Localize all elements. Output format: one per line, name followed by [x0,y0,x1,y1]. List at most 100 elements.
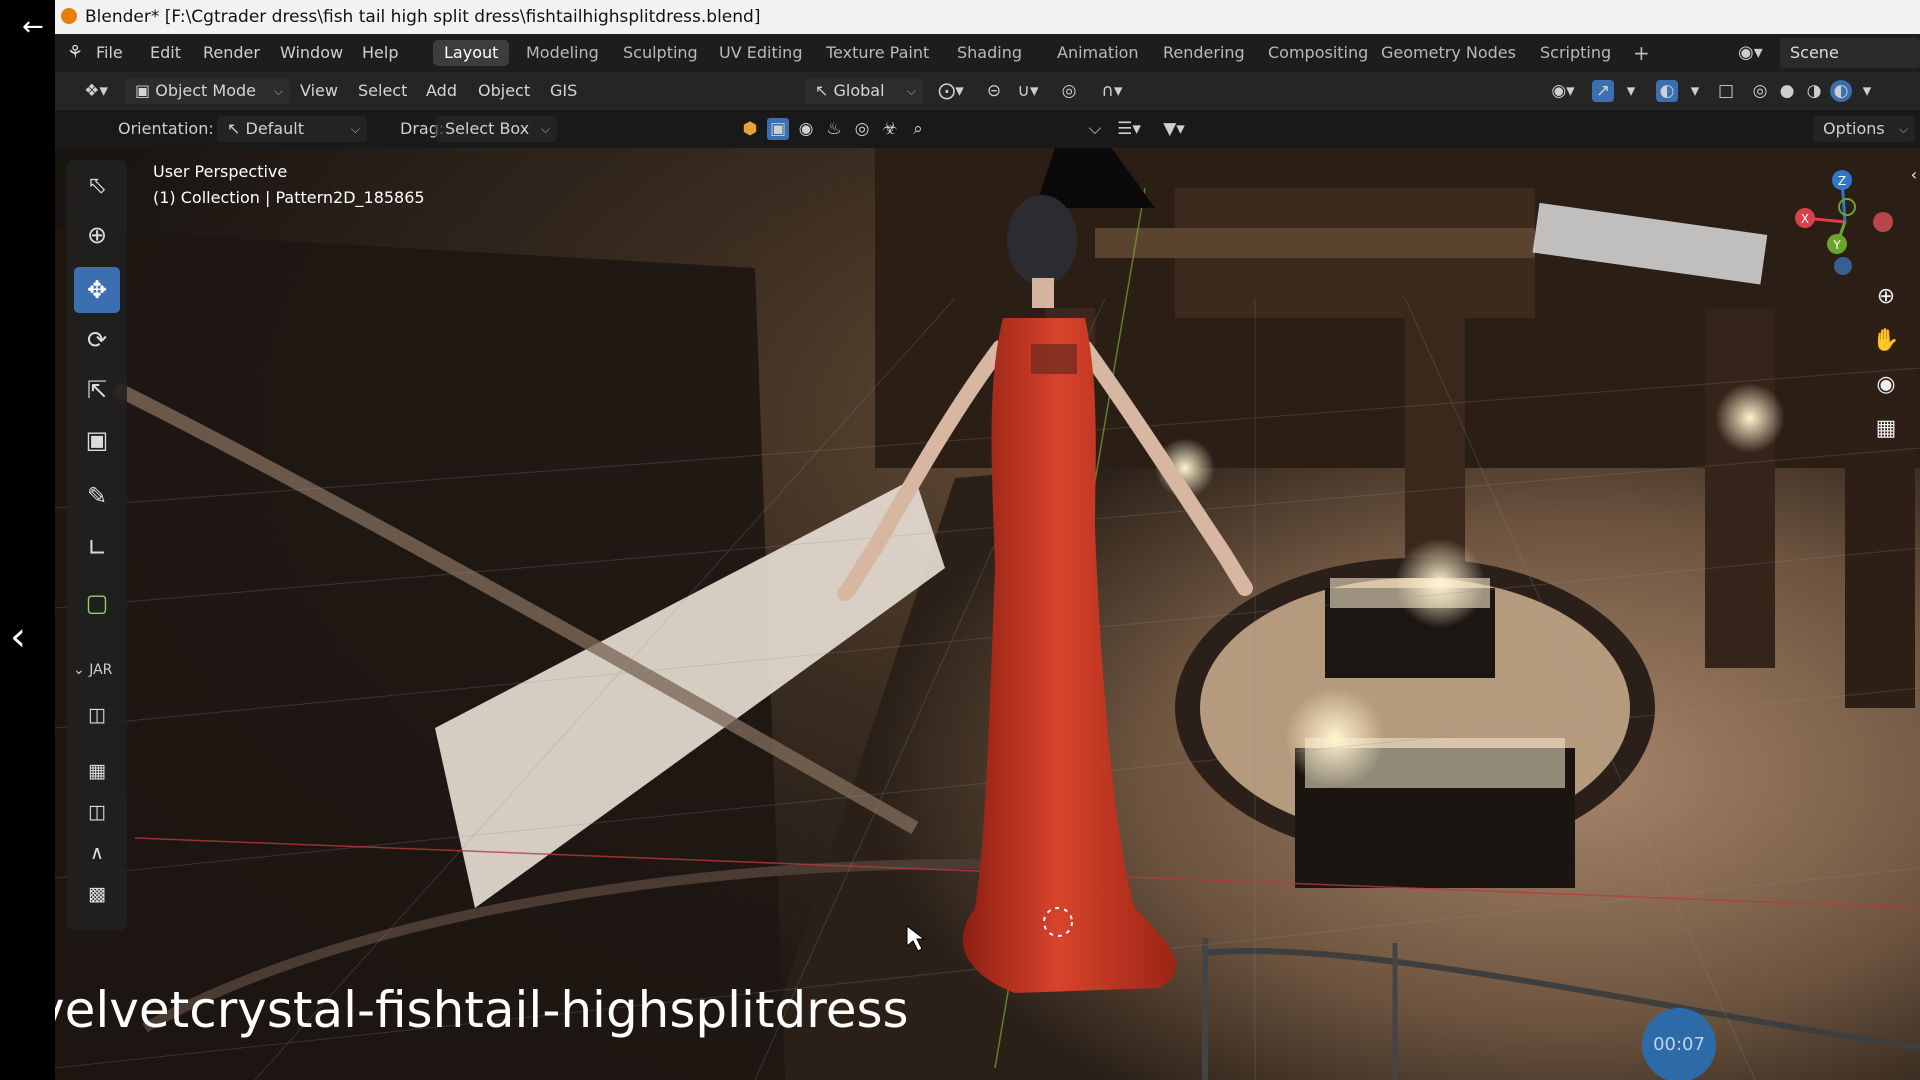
wireframe-shading-icon[interactable]: ◎ [1749,80,1771,102]
menu-render[interactable]: Render [203,43,260,62]
chevron-down-icon: ⌄ [73,662,85,678]
options-dropdown[interactable]: Options ⌵ [1813,116,1915,142]
back-arrow-icon[interactable]: ← [22,12,52,42]
gizmo-toggle-icon[interactable]: ↗ [1592,80,1614,102]
blender-window: ← ‹ Blender* [F:\Cgtrader dress\fish tai… [0,0,1920,1080]
blender-menu-icon[interactable]: ⚘ [67,43,87,63]
particles-icon[interactable]: ♨ [823,118,845,140]
gizmo-neg-x-axis[interactable] [1873,212,1893,232]
shading-dropdown-icon[interactable]: ▾ [1856,80,1878,102]
rendered-shading-icon[interactable]: ◐ [1830,80,1852,102]
snap-target-icon[interactable]: ∪▾ [1010,80,1046,102]
xray-toggle-icon[interactable]: □ [1715,80,1737,102]
chevron-down-icon: ⌵ [906,84,916,98]
orientation-axes-icon: ↖ [815,81,829,100]
ortho-grid-icon[interactable]: ▦ [1869,412,1903,446]
snap-toggle-icon[interactable]: ⊝ [983,80,1005,102]
pivot-point-icon[interactable]: ⨀▾ [932,80,970,102]
orientation-label: Orientation: [118,119,214,138]
world-icon[interactable]: ◎ [851,118,873,140]
tab-modeling[interactable]: Modeling [515,40,610,66]
move-tool-icon[interactable]: ✥ [74,267,120,313]
transform-tool-icon[interactable]: ▣ [74,417,120,463]
tab-animation[interactable]: Animation [1046,40,1150,66]
menu-select[interactable]: Select [358,81,407,100]
menu-view[interactable]: View [300,81,338,100]
overlays-dropdown-icon[interactable]: ▾ [1684,80,1706,102]
menu-add[interactable]: Add [426,81,457,100]
tab-geometry-nodes[interactable]: Geometry Nodes [1370,40,1527,66]
transform-orientation-label: Global [833,81,885,100]
jar-label: JAR [89,662,113,678]
menu-object[interactable]: Object [478,81,530,100]
menu-gis[interactable]: GIS [550,81,577,100]
tab-shading[interactable]: Shading [946,40,1033,66]
viewport-header: ❖▾ ▣ Object Mode ⌵ View Select Add Objec… [55,72,1920,110]
menu-window[interactable]: Window [280,43,343,62]
tool-shelf: ⬁ ⊕ ✥ ⟳ ⇱ ▣ ✎ ∟ ▢ ⌄ JAR ◫ ▦ ◫ ∧ ▩ [67,160,127,930]
tab-compositing[interactable]: Compositing [1257,40,1379,66]
tab-texture-paint[interactable]: Texture Paint [815,40,940,66]
scene-label: Scene [1790,43,1839,62]
visibility-eye-icon[interactable]: ◉▾ [1543,80,1583,102]
camera-view-icon[interactable]: ◉ [1869,368,1903,402]
gizmo-dropdown-icon[interactable]: ▾ [1620,80,1642,102]
menu-edit[interactable]: Edit [150,43,181,62]
3d-viewport[interactable]: User Perspective (1) Collection | Patter… [55,148,1920,1080]
annotate-tool-icon[interactable]: ✎ [74,473,120,519]
pan-hand-icon[interactable]: ✋ [1869,324,1903,358]
orientation-dropdown[interactable]: ↖ Default ⌵ [217,116,367,142]
menu-file[interactable]: File [96,43,123,62]
jar-tool-5-icon[interactable]: ▩ [74,871,120,917]
outliner-options-icon[interactable]: ☰▾ [1110,118,1148,140]
cursor-tool-icon[interactable]: ⊕ [74,212,120,258]
orientation-value: Default [245,119,304,138]
chevron-down-icon: ⌵ [350,122,360,136]
scene-selector[interactable]: Scene [1780,38,1920,68]
rotate-tool-icon[interactable]: ⟳ [74,317,120,363]
drag-dropdown[interactable]: Select Box ⌵ [435,116,557,142]
funnel-filter-icon[interactable]: ▼▾ [1155,118,1193,140]
tab-sculpting[interactable]: Sculpting [612,40,709,66]
proportional-editing-icon[interactable]: ◎ [1058,80,1080,102]
solid-shading-icon[interactable]: ● [1776,80,1798,102]
scale-tool-icon[interactable]: ⇱ [74,367,120,413]
jar-panel-header[interactable]: ⌄ JAR [73,662,112,678]
zoom-icon[interactable]: ⊕ [1869,280,1903,314]
filter-dropdown-icon[interactable]: ⌵ [1080,118,1110,140]
scene-icon[interactable]: ◉▾ [1738,42,1763,63]
falloff-curve-icon[interactable]: ∩▾ [1093,80,1131,102]
gizmo-y-label: Y [1832,238,1841,252]
sidebar-toggle-chevron-icon[interactable]: ‹ [1897,158,1920,192]
transform-orientation-dropdown[interactable]: ↖ Global ⌵ [805,78,923,104]
navigation-gizmo[interactable]: Z X Y [1785,162,1905,282]
jar-tool-4-icon[interactable]: ∧ [74,830,120,876]
jar-tool-1-icon[interactable]: ◫ [74,692,120,738]
add-workspace-plus-icon[interactable]: + [1622,40,1661,66]
search-icon[interactable]: ⌕ [907,118,929,140]
collapse-left-chevron-icon[interactable]: ‹ [10,612,40,662]
add-cube-tool-icon[interactable]: ▢ [74,580,120,626]
chevron-down-icon: ⌵ [273,84,283,98]
material-icon[interactable]: ◉ [795,118,817,140]
gizmo-neg-y-axis[interactable] [1838,198,1856,216]
light-icon[interactable]: ☣ [879,118,901,140]
menu-help[interactable]: Help [362,43,398,62]
cube-color-icon[interactable]: ⬢ [739,118,761,140]
overlays-toggle-icon[interactable]: ◐ [1656,80,1678,102]
select-mode-icon[interactable]: ▣ [767,118,789,140]
chevron-down-icon: ⌵ [540,122,550,136]
gizmo-neg-z-axis[interactable] [1834,257,1852,275]
material-preview-shading-icon[interactable]: ◑ [1803,80,1825,102]
tab-layout[interactable]: Layout [433,40,510,66]
tab-uv-editing[interactable]: UV Editing [708,40,813,66]
jar-tool-2-icon[interactable]: ▦ [74,748,120,794]
editor-type-icon[interactable]: ❖▾ [77,80,115,102]
mode-dropdown[interactable]: ▣ Object Mode ⌵ [125,78,290,104]
drag-value: Select Box [445,119,530,138]
select-box-tool-icon[interactable]: ⬁ [74,162,120,208]
jar-tool-3-icon[interactable]: ◫ [74,789,120,835]
tab-rendering[interactable]: Rendering [1152,40,1256,66]
tab-scripting[interactable]: Scripting [1529,40,1622,66]
measure-tool-icon[interactable]: ∟ [74,525,120,571]
